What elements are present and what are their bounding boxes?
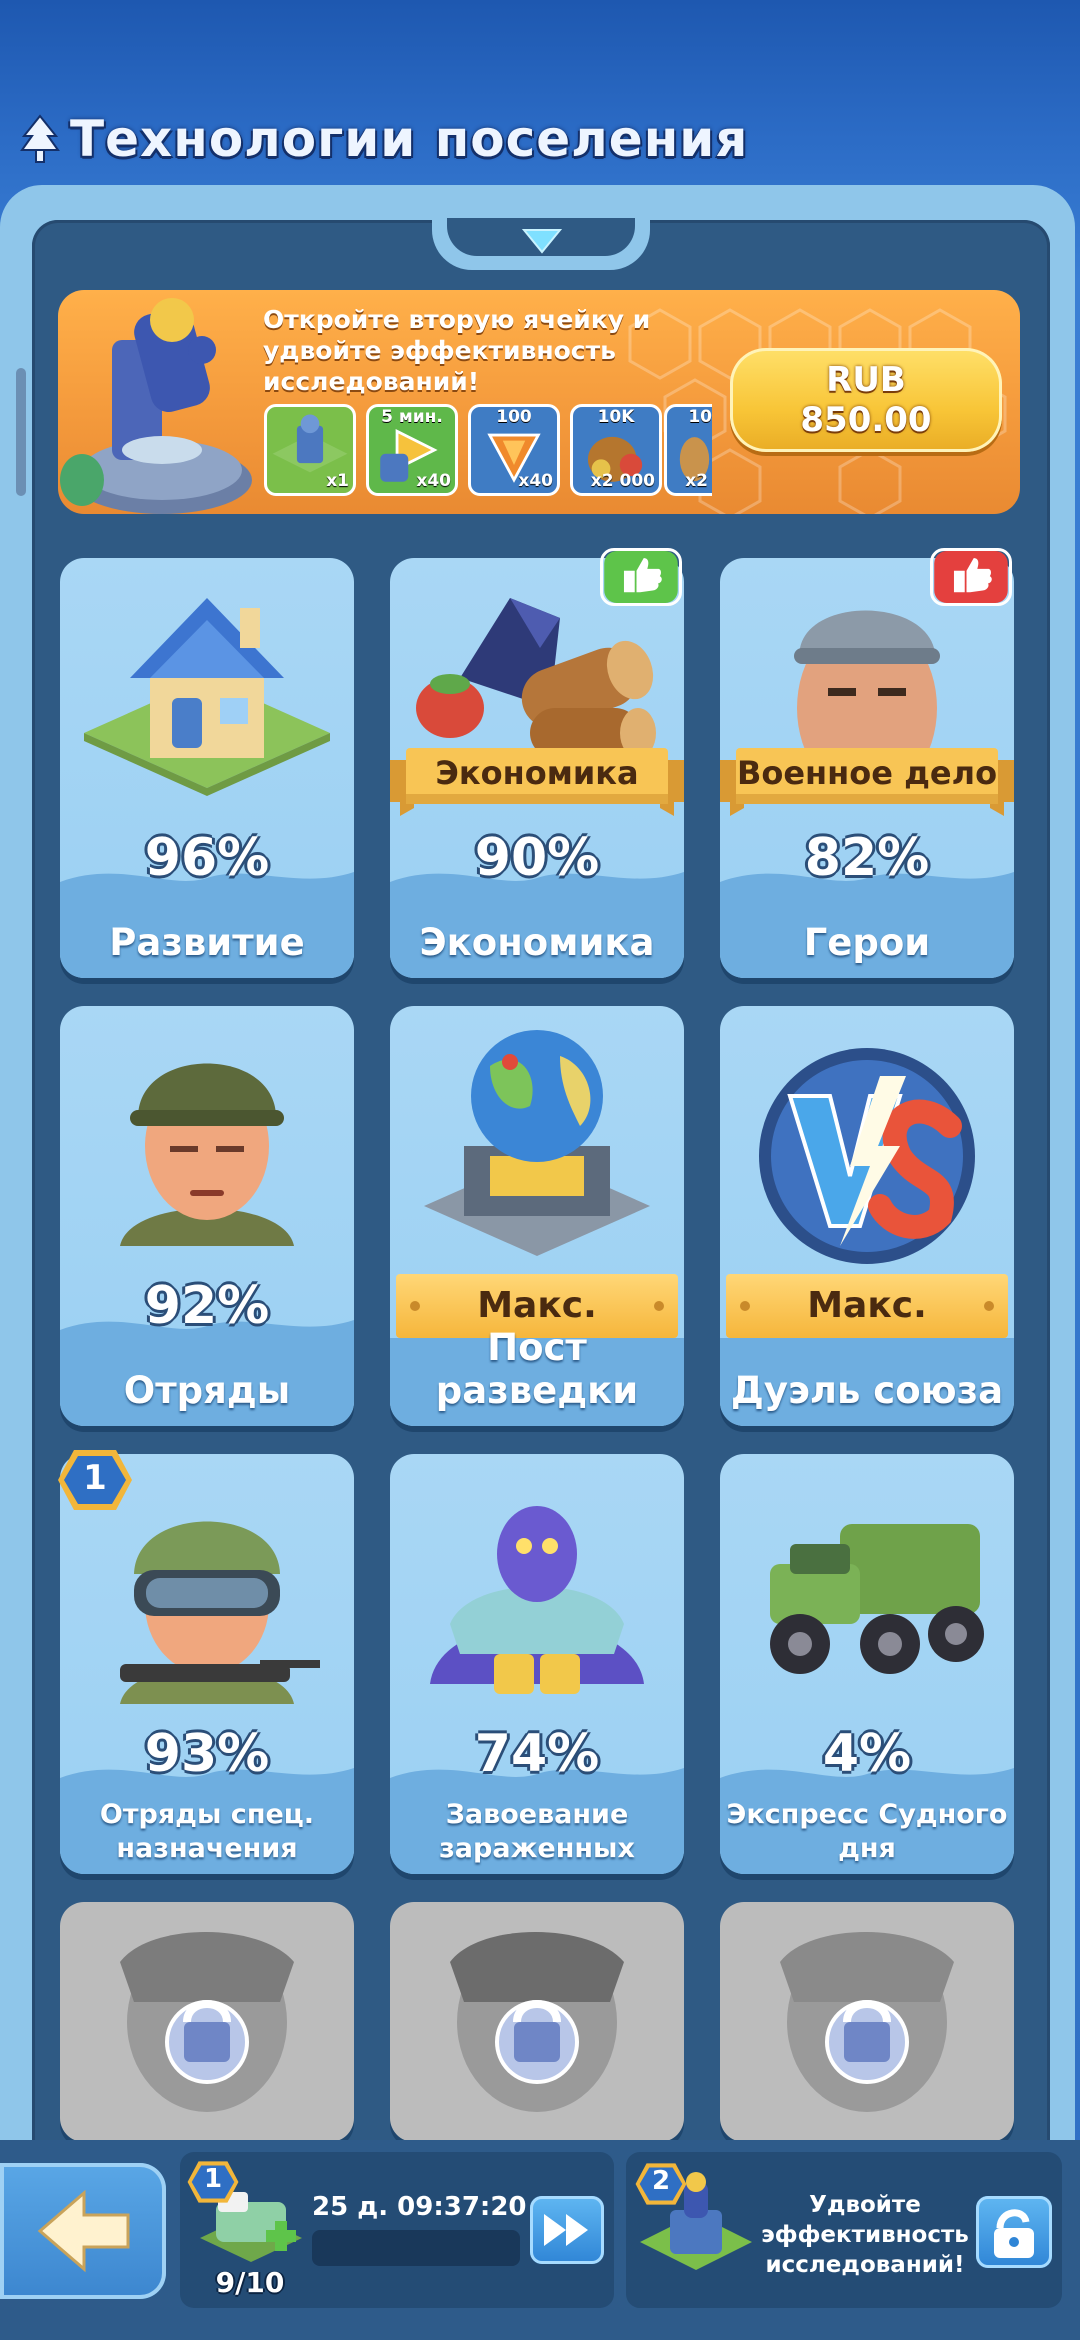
- unlock-slot-button[interactable]: [976, 2196, 1052, 2268]
- fast-forward-icon: [544, 2214, 588, 2246]
- reward-gem[interactable]: 100 x40: [468, 404, 560, 496]
- timer-progress-bar: [312, 2230, 520, 2266]
- reward-count: x40: [518, 471, 553, 491]
- title-text: Технологии поселения: [70, 110, 749, 168]
- card-percent: 93%: [144, 1724, 270, 1784]
- card-percent: 4%: [822, 1724, 912, 1784]
- reward-count: x1: [326, 471, 349, 491]
- microscope-icon: [60, 298, 252, 514]
- badge-number: 1: [203, 2164, 223, 2194]
- reward-wood[interactable]: 10 x2: [664, 404, 712, 496]
- house-icon: [84, 598, 330, 796]
- reward-food[interactable]: 10K x2 000: [570, 404, 662, 496]
- tree-icon: [20, 114, 60, 163]
- buy-button[interactable]: RUB 850.00: [730, 348, 1002, 452]
- card-heroes[interactable]: Военное дело 82% Герои: [720, 558, 1014, 978]
- thumbs-up-red-icon: [930, 548, 1012, 606]
- reward-top: 100: [496, 407, 532, 427]
- buy-price: 850.00: [800, 400, 932, 440]
- research-timer: 25 д. 09:37:20: [312, 2192, 527, 2222]
- thumbs-up-green-icon: [600, 548, 682, 606]
- locked-hero-icon: [780, 1932, 954, 2112]
- card-percent: 90%: [474, 828, 600, 888]
- card-economy[interactable]: Экономика 90% Экономика: [390, 558, 684, 978]
- card-alliance-duel[interactable]: Макс. Дуэль союза: [720, 1006, 1014, 1426]
- card-label: Завоевание зараженных: [439, 1799, 635, 1864]
- badge-number: 2: [651, 2166, 671, 2196]
- chevron-down-icon[interactable]: [522, 228, 562, 254]
- category-ribbon: Военное дело: [720, 744, 1014, 818]
- ribbon-label: Военное дело: [736, 754, 998, 792]
- card-locked-1[interactable]: [60, 1902, 354, 2142]
- locked-hero-icon: [450, 1932, 624, 2112]
- reward-count: x2 000: [590, 471, 655, 491]
- card-percent: 96%: [144, 828, 270, 888]
- card-infected-conquest[interactable]: 74% Завоевание зараженных: [390, 1454, 684, 1874]
- zombie-icon: [430, 1506, 644, 1694]
- card-label: Пост разведки: [435, 1326, 639, 1412]
- card-doomsday-express[interactable]: 4% Экспресс Судного дня: [720, 1454, 1014, 1874]
- card-label: Герои: [803, 921, 931, 964]
- arrow-left-icon: [37, 2189, 130, 2273]
- card-squads[interactable]: 92% Отряды: [60, 1006, 354, 1426]
- slot-1-badge: 1: [186, 2160, 240, 2204]
- reward-building[interactable]: x1: [264, 404, 356, 496]
- card-label: Дуэль союза: [730, 1369, 1004, 1412]
- unlock-icon: [994, 2209, 1034, 2258]
- card-label: Отряды спец. назначения: [99, 1799, 315, 1864]
- card-percent: 74%: [474, 1724, 600, 1784]
- buy-currency: RUB: [826, 360, 906, 400]
- recon-globe-icon: [424, 1030, 650, 1256]
- promo-text: Откройте вторую ячейку и удвойте эффекти…: [263, 305, 651, 396]
- scrollbar[interactable]: [16, 368, 26, 496]
- reward-top: 10K: [597, 407, 635, 427]
- locked-hero-icon: [120, 1932, 294, 2112]
- soldier-icon: [120, 1063, 294, 1246]
- reward-top: 10: [688, 407, 712, 427]
- slot-2-text: Удвойте эффективность исследований!: [761, 2192, 969, 2278]
- max-level-banner: Макс.: [726, 1274, 1008, 1338]
- card-label: Развитие: [109, 921, 305, 964]
- card-recon-post[interactable]: Макс. Пост разведки: [390, 1006, 684, 1426]
- card-label: Экспресс Судного дня: [726, 1799, 1008, 1864]
- back-button[interactable]: [0, 2163, 166, 2299]
- truck-icon: [770, 1524, 984, 1674]
- category-ribbon: Экономика: [390, 744, 684, 818]
- speedup-button[interactable]: [530, 2196, 604, 2264]
- card-percent: 92%: [144, 1276, 270, 1336]
- badge-number: 1: [83, 1458, 107, 1498]
- promo-banner[interactable]: Откройте вторую ячейку и удвойте эффекти…: [58, 290, 1020, 514]
- reward-count: x40: [416, 471, 451, 491]
- card-label: Экономика: [419, 921, 655, 964]
- versus-icon: [759, 1048, 975, 1264]
- card-percent: 82%: [804, 828, 930, 888]
- card-locked-2[interactable]: [390, 1902, 684, 2142]
- research-count: 9/10: [215, 2266, 285, 2299]
- card-development[interactable]: 96% Развитие: [60, 558, 354, 978]
- reward-top: 5 мин.: [381, 407, 443, 427]
- slot-2-badge: 2: [634, 2162, 688, 2206]
- card-special-forces[interactable]: 93% Отряды спец. назначения: [60, 1454, 354, 1874]
- card-label: Отряды: [123, 1369, 291, 1412]
- ribbon-label: Экономика: [435, 754, 639, 792]
- card-locked-3[interactable]: [720, 1902, 1014, 2142]
- reward-speedup[interactable]: 5 мин. x40: [366, 404, 458, 496]
- level-badge: 1: [56, 1448, 134, 1512]
- page-title: Технологии поселения: [20, 104, 748, 174]
- reward-count: x2: [685, 471, 708, 491]
